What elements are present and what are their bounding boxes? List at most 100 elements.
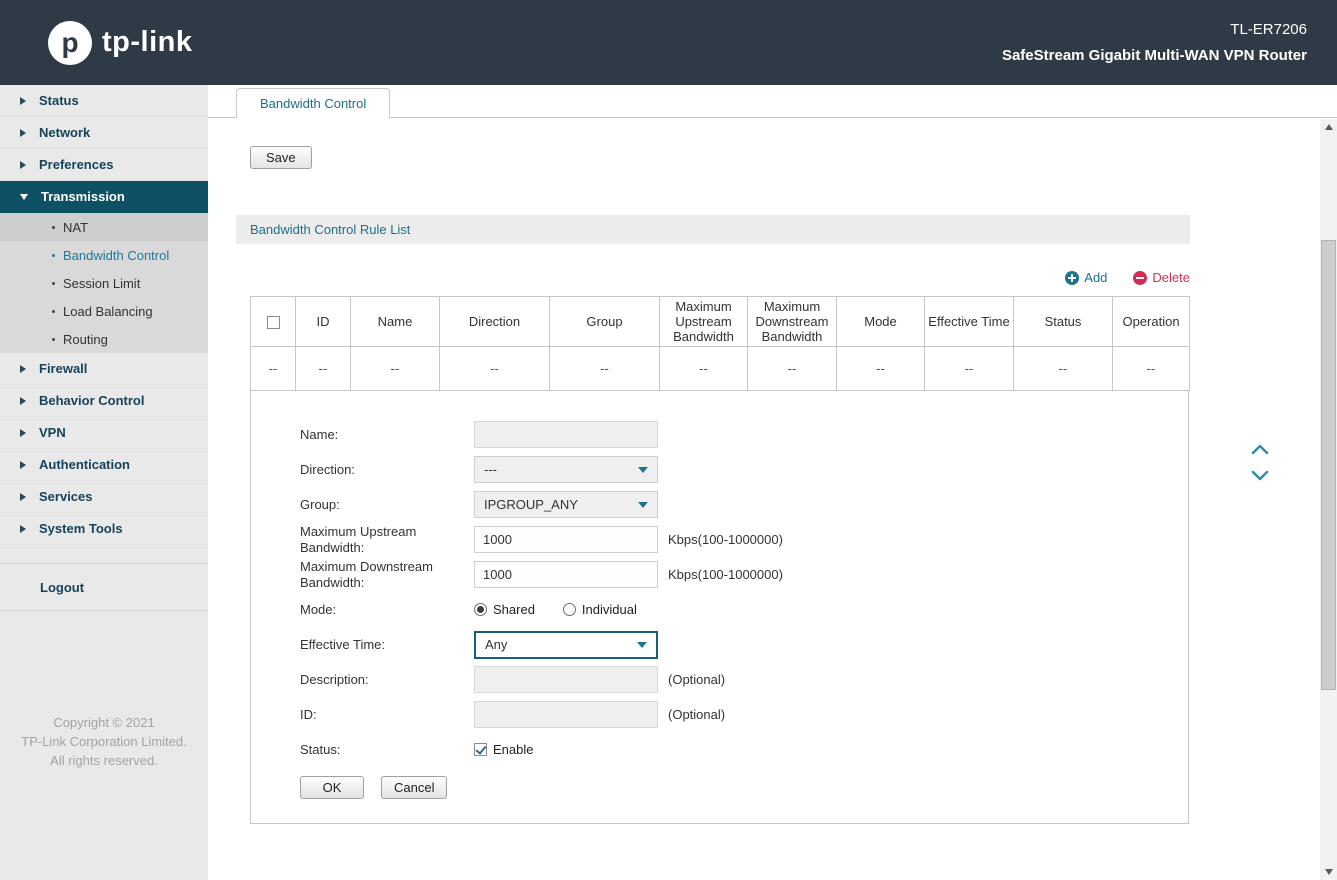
form-row-effective-time: Effective Time: Any	[300, 627, 1188, 662]
effective-time-label: Effective Time:	[300, 637, 474, 653]
submenu-item-label: Session Limit	[63, 276, 140, 291]
chevron-up-icon[interactable]	[1251, 444, 1269, 455]
select-all-checkbox[interactable]	[267, 316, 280, 329]
mode-option-individual[interactable]: Individual	[563, 602, 637, 617]
mode-option-shared[interactable]: Shared	[474, 602, 535, 617]
sidebar-item-routing[interactable]: Routing	[0, 325, 208, 353]
form-row-max-upstream: Maximum Upstream Bandwidth: Kbps(100-100…	[300, 522, 1188, 557]
column-header: Effective Time	[925, 297, 1014, 347]
table-cell: --	[660, 347, 748, 391]
table-cell: --	[351, 347, 440, 391]
group-select[interactable]: IPGROUP_ANY	[474, 491, 658, 518]
sidebar-item-services[interactable]: Services	[0, 481, 208, 513]
column-header: Group	[550, 297, 660, 347]
scroll-down-button[interactable]	[1320, 864, 1337, 880]
max-upstream-input[interactable]	[474, 526, 658, 553]
column-header: Operation	[1113, 297, 1190, 347]
copyright-text: Copyright © 2021 TP-Link Corporation Lim…	[0, 713, 208, 770]
sidebar-item-nat[interactable]: NAT	[0, 213, 208, 241]
sidebar-item-firewall[interactable]: Firewall	[0, 353, 208, 385]
sidebar-item-bandwidth-control[interactable]: Bandwidth Control	[0, 241, 208, 269]
chevron-down-icon[interactable]	[1251, 470, 1269, 481]
radio-shared[interactable]	[474, 603, 487, 616]
delete-button[interactable]: Delete	[1133, 270, 1190, 285]
chevron-right-icon	[20, 429, 26, 437]
status-option-enable[interactable]: Enable	[474, 742, 533, 757]
sidebar-item-behavior-control[interactable]: Behavior Control	[0, 385, 208, 417]
scroll-up-button[interactable]	[1320, 119, 1337, 135]
form-row-name: Name:	[300, 417, 1188, 452]
mode-shared-label: Shared	[493, 602, 535, 617]
direction-value: ---	[484, 462, 497, 477]
scroll-up-icon	[1325, 124, 1333, 130]
enable-checkbox[interactable]	[474, 743, 487, 756]
sidebar-item-status[interactable]: Status	[0, 85, 208, 117]
column-header: Maximum Downstream Bandwidth	[748, 297, 837, 347]
logout-button[interactable]: Logout	[0, 563, 208, 611]
ok-button[interactable]: OK	[300, 776, 364, 799]
chevron-down-icon	[20, 194, 28, 200]
direction-select[interactable]: ---	[474, 456, 658, 483]
id-label: ID:	[300, 707, 474, 723]
sidebar-item-vpn[interactable]: VPN	[0, 417, 208, 449]
description-input[interactable]	[474, 666, 658, 693]
tab-bandwidth-control[interactable]: Bandwidth Control	[236, 88, 390, 118]
chevron-right-icon	[20, 161, 26, 169]
table-cell: --	[550, 347, 660, 391]
id-input[interactable]	[474, 701, 658, 728]
effective-time-value: Any	[485, 637, 507, 652]
add-button[interactable]: Add	[1065, 270, 1107, 285]
enable-label: Enable	[493, 742, 533, 757]
sidebar-item-label: Services	[39, 489, 93, 504]
submenu-item-label: Bandwidth Control	[63, 248, 169, 263]
name-input[interactable]	[474, 421, 658, 448]
form-row-group: Group: IPGROUP_ANY	[300, 487, 1188, 522]
form-row-description: Description: (Optional)	[300, 662, 1188, 697]
max-downstream-label: Maximum Downstream Bandwidth:	[300, 559, 474, 591]
sidebar-item-system-tools[interactable]: System Tools	[0, 513, 208, 545]
panel-scroll-controls	[1251, 444, 1269, 481]
chevron-right-icon	[20, 129, 26, 137]
description-label: Description:	[300, 672, 474, 688]
max-downstream-input[interactable]	[474, 561, 658, 588]
brand-name: tp-link	[102, 26, 193, 59]
sidebar-item-session-limit[interactable]: Session Limit	[0, 269, 208, 297]
transmission-submenu: NAT Bandwidth Control Session Limit Load…	[0, 213, 208, 353]
sidebar-item-load-balancing[interactable]: Load Balancing	[0, 297, 208, 325]
submenu-item-label: Load Balancing	[63, 304, 153, 319]
table-header-row: ID Name Direction Group Maximum Upstream…	[251, 297, 1190, 347]
sidebar-item-label: System Tools	[39, 521, 123, 536]
table-cell: --	[296, 347, 351, 391]
radio-individual[interactable]	[563, 603, 576, 616]
save-button[interactable]: Save	[250, 146, 312, 169]
main-content: Bandwidth Control Save Bandwidth Control…	[208, 85, 1337, 880]
column-header: Maximum Upstream Bandwidth	[660, 297, 748, 347]
device-subtitle: SafeStream Gigabit Multi-WAN VPN Router	[1002, 47, 1307, 64]
tp-link-logo-icon: p	[48, 21, 92, 65]
copyright-line: All rights reserved.	[0, 751, 208, 770]
chevron-right-icon	[20, 493, 26, 501]
column-header: Mode	[837, 297, 925, 347]
chevron-right-icon	[20, 365, 26, 373]
table-cell: --	[1014, 347, 1113, 391]
column-header: Status	[1014, 297, 1113, 347]
sidebar-item-label: Transmission	[41, 189, 125, 204]
sidebar-item-preferences[interactable]: Preferences	[0, 149, 208, 181]
chevron-right-icon	[20, 397, 26, 405]
dropdown-arrow-icon	[637, 642, 647, 648]
sidebar-item-network[interactable]: Network	[0, 117, 208, 149]
delete-icon	[1133, 271, 1147, 285]
effective-time-select[interactable]: Any	[474, 631, 658, 659]
cancel-button[interactable]: Cancel	[381, 776, 447, 799]
scrollbar-thumb[interactable]	[1321, 240, 1336, 690]
dropdown-arrow-icon	[638, 467, 648, 473]
max-upstream-label: Maximum Upstream Bandwidth:	[300, 524, 474, 556]
form-row-direction: Direction: ---	[300, 452, 1188, 487]
name-label: Name:	[300, 427, 474, 443]
sidebar-item-transmission[interactable]: Transmission	[0, 181, 208, 213]
sidebar-item-label: Status	[39, 93, 79, 108]
section-title: Bandwidth Control Rule List	[250, 222, 410, 237]
submenu-item-label: Routing	[63, 332, 108, 347]
copyright-line: Copyright © 2021	[0, 713, 208, 732]
sidebar-item-authentication[interactable]: Authentication	[0, 449, 208, 481]
